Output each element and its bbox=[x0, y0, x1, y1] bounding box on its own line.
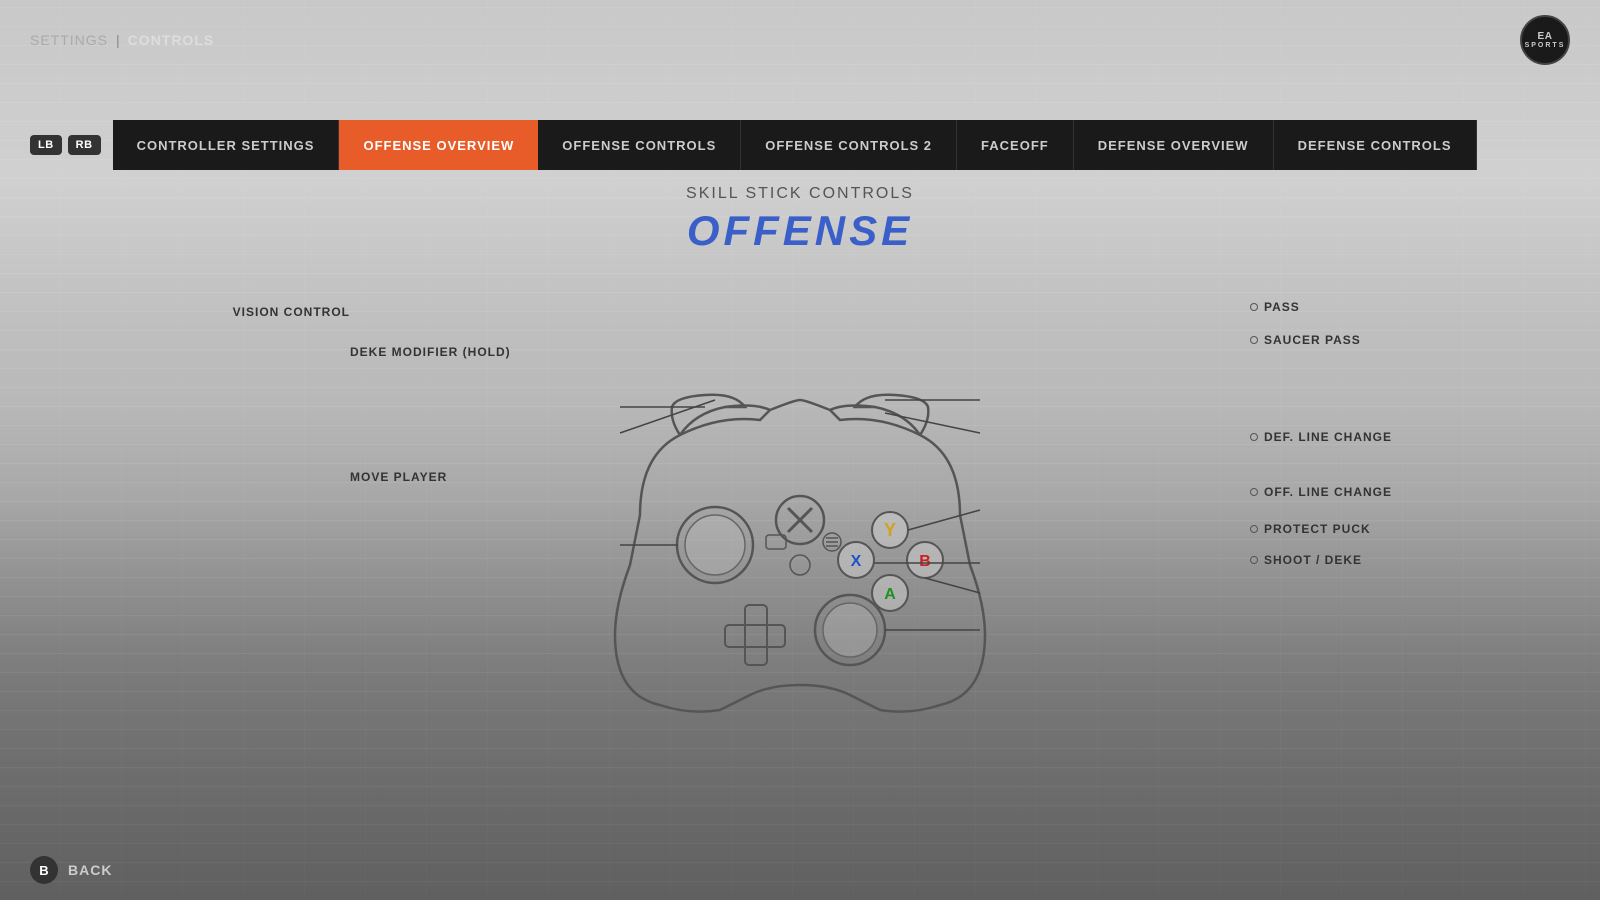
svg-text:X: X bbox=[851, 553, 862, 570]
tab-defense-overview[interactable]: DEFENSE OVERVIEW bbox=[1074, 120, 1274, 170]
svg-text:A: A bbox=[884, 586, 896, 603]
lb-button[interactable]: LB bbox=[30, 135, 62, 155]
tab-defense-controls[interactable]: DEFENSE CONTROLS bbox=[1274, 120, 1477, 170]
breadcrumb-divider: | bbox=[116, 32, 120, 48]
svg-text:Y: Y bbox=[884, 520, 896, 540]
dot-def-line bbox=[1250, 433, 1258, 441]
breadcrumb-controls: CONTROLS bbox=[128, 32, 215, 48]
b-button[interactable]: B bbox=[30, 856, 58, 884]
breadcrumb: SETTINGS | CONTROLS bbox=[30, 32, 214, 48]
tab-faceoff[interactable]: FACEOFF bbox=[957, 120, 1074, 170]
top-bar: SETTINGS | CONTROLS EA SPORTS bbox=[0, 0, 1600, 80]
main-content: SKILL STICK CONTROLS OFFENSE bbox=[0, 185, 1600, 840]
ea-sports-logo: EA SPORTS bbox=[1520, 15, 1570, 65]
bottom-bar: B BACK bbox=[0, 840, 1600, 900]
svg-text:B: B bbox=[919, 553, 931, 570]
tab-offense-controls-2[interactable]: OFFENSE CONTROLS 2 bbox=[741, 120, 957, 170]
dot-protect bbox=[1250, 525, 1258, 533]
tab-controller-settings[interactable]: CONTROLLER SETTINGS bbox=[113, 120, 340, 170]
controller-svg: Y B X A bbox=[540, 335, 1060, 735]
lb-rb-buttons: LB RB bbox=[30, 135, 101, 155]
breadcrumb-settings: SETTINGS bbox=[30, 32, 108, 48]
rb-button[interactable]: RB bbox=[68, 135, 101, 155]
dot-pass bbox=[1250, 303, 1258, 311]
section-title: SKILL STICK CONTROLS bbox=[686, 185, 914, 203]
section-subtitle: OFFENSE bbox=[687, 207, 913, 255]
tab-offense-overview[interactable]: OFFENSE OVERVIEW bbox=[339, 120, 538, 170]
back-label: BACK bbox=[68, 862, 112, 878]
dot-shoot bbox=[1250, 556, 1258, 564]
dot-saucer bbox=[1250, 336, 1258, 344]
nav-tabs: LB RB CONTROLLER SETTINGS OFFENSE OVERVI… bbox=[0, 120, 1600, 170]
controller-diagram: Y B X A bbox=[350, 275, 1250, 795]
tab-offense-controls[interactable]: OFFENSE CONTROLS bbox=[538, 120, 741, 170]
dot-off-line bbox=[1250, 488, 1258, 496]
